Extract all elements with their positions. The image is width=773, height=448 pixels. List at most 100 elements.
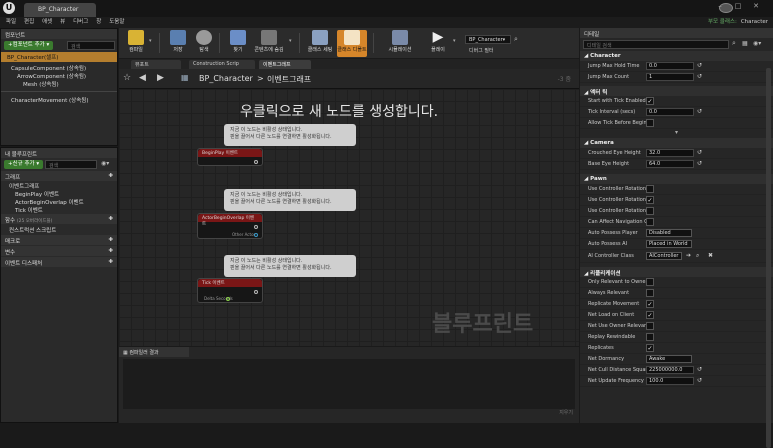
forward-icon[interactable]: ▶ (157, 73, 164, 83)
clear-icon[interactable]: ✖ (708, 252, 713, 259)
tab-construction-script[interactable]: Construction Scrip (189, 60, 255, 69)
menu-view[interactable]: 뷰 (60, 17, 65, 28)
checkbox-checked[interactable]: ✓ (646, 311, 654, 319)
node-beginplay[interactable]: BeginPlay 이벤트 (197, 148, 263, 166)
delta-seconds-pin[interactable] (226, 297, 230, 301)
add-graph-icon[interactable]: ✚ (108, 173, 113, 179)
reset-icon[interactable]: ↺ (697, 62, 702, 69)
menu-help[interactable]: 도움말 (109, 17, 124, 28)
star-icon[interactable]: ☆ (123, 73, 131, 83)
tree-item-mesh[interactable]: Mesh (상속됨) (1, 79, 117, 88)
play-options-icon[interactable]: ▾ (453, 38, 456, 44)
add-variable-icon[interactable]: ✚ (108, 248, 113, 254)
my-blueprint-search-input[interactable]: 검색 (45, 160, 97, 169)
class-defaults-button[interactable]: 클래스 디폴트 (337, 30, 367, 57)
unreal-logo[interactable]: U (3, 2, 15, 14)
event-dispatchers-header[interactable]: 이벤트 디스패처 ✚ (1, 257, 117, 267)
add-dispatcher-icon[interactable]: ✚ (108, 259, 113, 265)
comment-box[interactable]: 지금 이 노드는 비활성 상태입니다. 핀을 끌어서 다른 노드를 연결하면 활… (224, 255, 356, 277)
prop-value-input[interactable]: 100.0 (646, 377, 694, 385)
menu-debug[interactable]: 디버그 (73, 17, 88, 28)
tab-event-graph[interactable]: 이벤트그래프 (259, 60, 311, 69)
browse-button[interactable]: 탐색 (191, 30, 217, 57)
add-macro-icon[interactable]: ✚ (108, 237, 113, 243)
add-function-icon[interactable]: ✚ (108, 216, 113, 222)
node-tick[interactable]: Tick 이벤트 Delta Seconds (197, 278, 263, 303)
browse-icon[interactable]: ⌕ (696, 252, 699, 260)
prop-value-input[interactable]: 1 (646, 73, 694, 81)
menu-edit[interactable]: 편집 (24, 17, 34, 28)
eye-icon[interactable]: ◉▾ (753, 40, 761, 47)
compile-options-icon[interactable]: ▾ (149, 38, 152, 44)
checkbox-unchecked[interactable] (646, 218, 654, 226)
ai-controller-dropdown[interactable]: AIController (646, 252, 682, 260)
variables-header[interactable]: 변수 ✚ (1, 246, 117, 256)
net-dormancy-dropdown[interactable]: Awake (646, 355, 692, 363)
prop-value-input[interactable]: 0.0 (646, 108, 694, 116)
checkbox-unchecked[interactable] (646, 333, 654, 341)
menu-file[interactable]: 파일 (6, 17, 16, 28)
auto-possess-ai-dropdown[interactable]: Placed in World (646, 240, 692, 248)
other-actor-pin[interactable] (254, 233, 258, 237)
menu-window[interactable]: 창 (96, 17, 101, 28)
close-icon[interactable]: ✕ (749, 2, 763, 11)
construction-script-item[interactable]: 컨스트럭션 스크립트 (1, 224, 117, 234)
add-new-button[interactable]: +신규 추가 ▾ (4, 160, 44, 169)
add-component-button[interactable]: +컴포넌트 추가 ▾ (4, 41, 54, 50)
checkbox-unchecked[interactable] (646, 289, 654, 297)
reset-icon[interactable]: ↺ (697, 160, 702, 167)
event-item-beginplay[interactable]: BeginPlay 이벤트 (1, 189, 117, 198)
parent-class-link[interactable]: Character (741, 19, 768, 25)
simulation-button[interactable]: 시뮬레이션 (385, 30, 415, 57)
exec-pin[interactable] (254, 160, 258, 164)
prop-value-input[interactable]: 64.0 (646, 160, 694, 168)
components-search-input[interactable]: 검색 (67, 41, 115, 50)
tab-viewport[interactable]: 뷰포트 (131, 60, 181, 69)
details-search-input[interactable]: 디테일 검색 (583, 40, 729, 49)
search-icon[interactable]: ⌕ (514, 35, 518, 44)
macros-header[interactable]: 매크로 ✚ (1, 235, 117, 245)
details-scrollbar[interactable] (766, 68, 771, 448)
minimize-icon[interactable]: – (713, 2, 727, 11)
comment-box[interactable]: 지금 이 노드는 비활성 상태입니다. 핀을 끌어서 다른 노드를 연결하면 활… (224, 189, 356, 211)
compile-button[interactable]: 컴파일 (123, 30, 149, 57)
tree-item-movement[interactable]: CharacterMovement (상속됨) (1, 91, 117, 104)
event-item-tick[interactable]: Tick 이벤트 (1, 205, 117, 214)
functions-header[interactable]: 함수 (25 오버라이드블) ✚ (1, 214, 117, 224)
play-button[interactable]: ▶ 플레이 (425, 30, 451, 57)
back-icon[interactable]: ◀ (139, 73, 146, 83)
view-options-icon[interactable]: ◉▾ (101, 160, 109, 167)
checkbox-checked[interactable]: ✓ (646, 344, 654, 352)
use-selected-icon[interactable]: ➔ (686, 252, 691, 259)
debug-object-select[interactable]: BP_Character▾ (465, 35, 511, 44)
menu-asset[interactable]: 애셋 (42, 17, 52, 28)
section-pawn[interactable]: ◢ Pawn (580, 174, 773, 184)
reset-icon[interactable]: ↺ (697, 366, 702, 373)
event-item-overlap[interactable]: ActorBeginOverlap 이벤트 (1, 197, 117, 206)
prop-value-input[interactable]: 32.0 (646, 149, 694, 157)
maximize-icon[interactable]: □ (731, 2, 745, 11)
reset-icon[interactable]: ↺ (697, 149, 702, 156)
prop-value-input[interactable]: 225000000.0 (646, 366, 694, 374)
checkbox-unchecked[interactable] (646, 322, 654, 330)
graphs-header[interactable]: 그래프 ✚ (1, 171, 117, 181)
tree-item-capsule[interactable]: CapsuleComponent (상속됨) (1, 62, 117, 72)
checkbox-checked[interactable]: ✓ (646, 300, 654, 308)
reset-icon[interactable]: ↺ (697, 108, 702, 115)
reset-icon[interactable]: ↺ (697, 377, 702, 384)
breadcrumb-root[interactable]: BP_Character (199, 74, 253, 83)
find-button[interactable]: 찾기 (225, 30, 251, 57)
section-actor-tick[interactable]: ◢ 액터 틱 (580, 86, 773, 96)
class-settings-button[interactable]: 클래스 세팅 (307, 30, 333, 57)
exec-pin[interactable] (254, 290, 258, 294)
exec-pin[interactable] (254, 225, 258, 229)
clear-button[interactable]: 지우기 (559, 409, 573, 416)
prop-value-input[interactable]: 0.0 (646, 62, 694, 70)
breadcrumb-current[interactable]: 이벤트그래프 (267, 74, 311, 85)
expand-advanced-icon[interactable]: ▾ (580, 129, 773, 138)
node-actor-begin-overlap[interactable]: ActorBeginOverlap 이벤트 Other Actor (197, 213, 263, 239)
checkbox-unchecked[interactable] (646, 185, 654, 193)
hide-unrelated-button[interactable]: 콘텐츠에 숨김 (249, 30, 289, 57)
checkbox-checked[interactable]: ✓ (646, 97, 654, 105)
checkbox-checked[interactable]: ✓ (646, 196, 654, 204)
